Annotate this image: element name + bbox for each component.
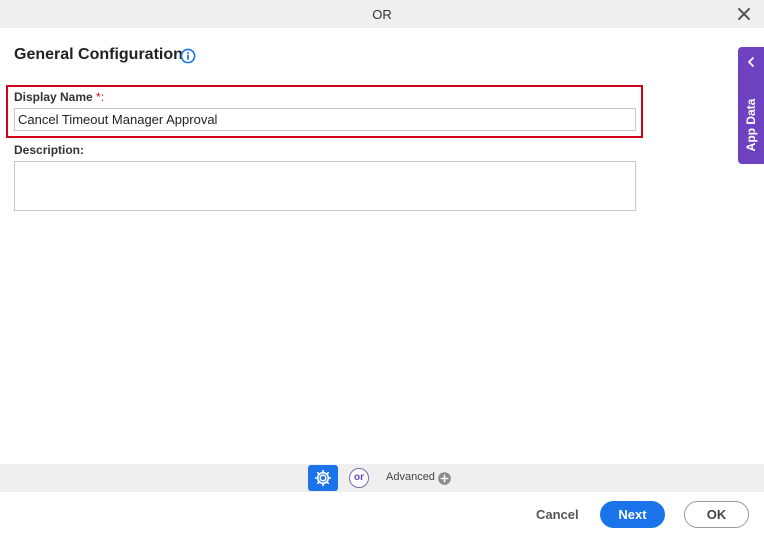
gear-icon — [314, 469, 332, 487]
app-data-label: App Data — [744, 98, 758, 152]
advanced-tab[interactable]: Advanced — [386, 471, 435, 483]
plus-circle-icon[interactable] — [438, 472, 451, 485]
bottom-tab-strip — [0, 464, 764, 492]
dialog-titlebar: OR — [0, 0, 764, 28]
display-name-input[interactable] — [14, 108, 636, 131]
chevron-left-icon — [748, 57, 754, 67]
description-label: Description: — [14, 143, 85, 157]
close-icon[interactable] — [736, 6, 752, 22]
display-name-label-text: Display Name — [14, 90, 93, 104]
app-data-panel-tab[interactable]: App Data — [738, 47, 764, 164]
ok-button[interactable]: OK — [684, 501, 749, 528]
section-heading: General Configuration — [14, 46, 183, 63]
next-button[interactable]: Next — [600, 501, 665, 528]
general-config-tab[interactable] — [308, 465, 338, 491]
cancel-button[interactable]: Cancel — [536, 507, 579, 522]
dialog-title: OR — [372, 7, 392, 22]
or-tab-icon[interactable]: or — [349, 468, 369, 488]
required-marker: *: — [96, 90, 105, 104]
info-icon[interactable] — [180, 48, 196, 64]
display-name-label: Display Name *: — [14, 90, 104, 104]
description-input[interactable] — [14, 161, 636, 211]
or-tab-label: or — [354, 472, 364, 483]
